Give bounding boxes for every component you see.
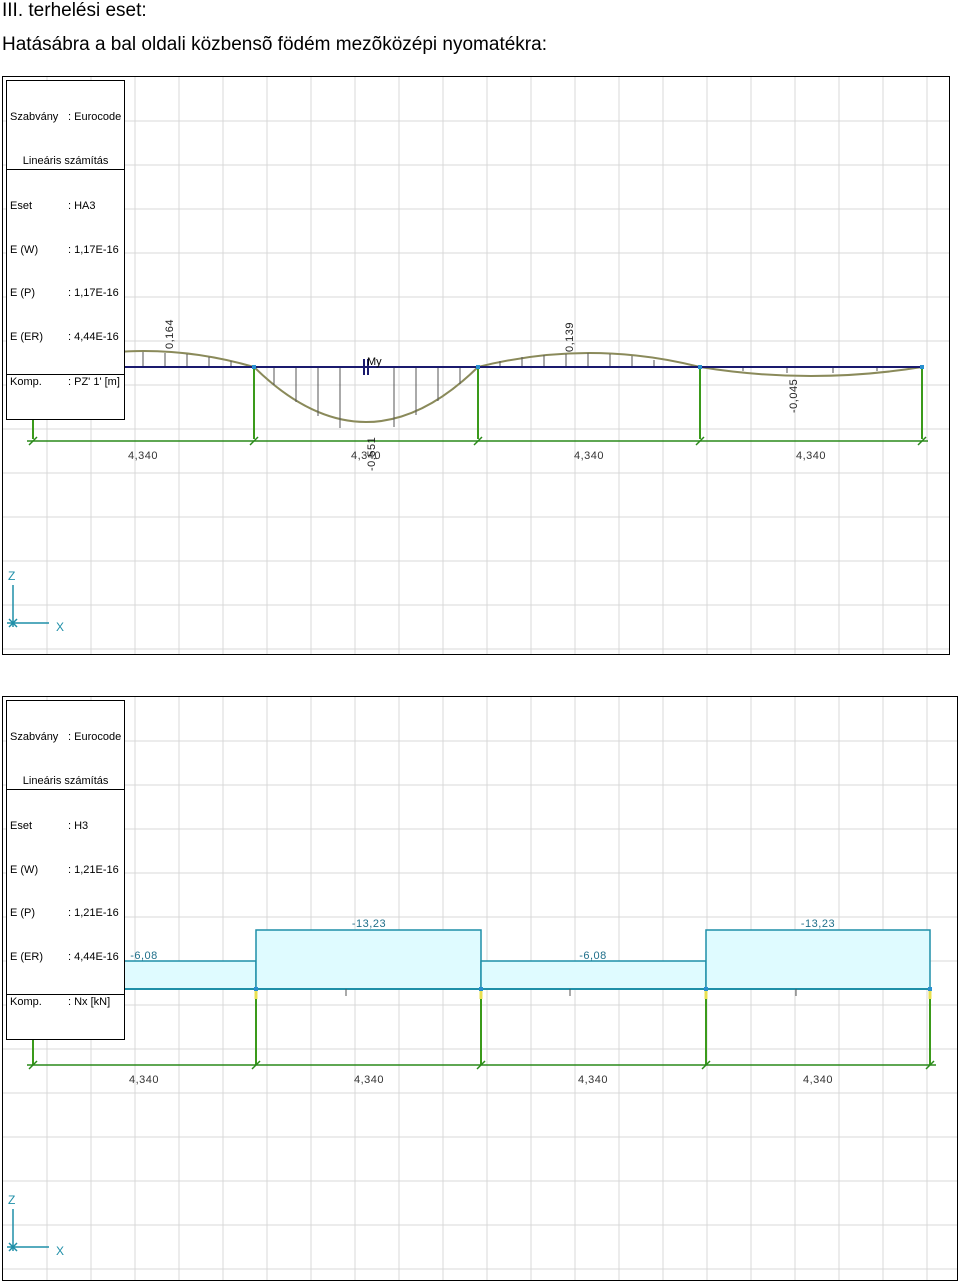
info-row-value: : 4,44E-16 [68, 951, 119, 964]
span-label: 4,340 [354, 1074, 384, 1086]
span-label: 4,340 [128, 450, 158, 462]
info-row-key: E (P) [10, 907, 36, 920]
info-standard-value: : Eurocode [68, 731, 122, 744]
info-row-key: Eset [10, 819, 33, 832]
influence-hatch [54, 352, 878, 428]
axis-symbol [7, 1209, 49, 1252]
info-row-key: E (P) [10, 287, 36, 300]
force-block-span2 [255, 929, 482, 990]
axis-z-label: Z [8, 569, 15, 583]
moment-marker-label: My [367, 356, 382, 368]
influence-curve-span4 [699, 366, 923, 377]
info-row-value: : H3 [68, 819, 89, 832]
value-label: 0,139 [564, 322, 576, 352]
info-row-key: E (ER) [10, 951, 43, 964]
value-label: -0,551 [366, 437, 378, 471]
info-row-key: E (ER) [10, 331, 43, 344]
span-label: 4,340 [803, 1074, 833, 1086]
axis-x-label: X [56, 620, 64, 634]
info-row-value: : 1,17E-16 [68, 287, 119, 300]
axial-force-canvas[interactable]: -6,08 -13,23 -6,08 -13,23 4,340 4,340 4,… [3, 697, 957, 1280]
influence-diagram-panel[interactable]: My 4,340 4,340 4,340 4,340 0,164 -0,551 … [2, 76, 950, 655]
force-value-label: -13,23 [801, 918, 835, 930]
beam-ticks [119, 989, 797, 996]
influence-curve-span3 [477, 352, 701, 368]
span-label: 4,340 [796, 450, 826, 462]
axis-x-label: X [56, 1244, 64, 1258]
info-row-value: : 1,17E-16 [68, 243, 119, 256]
info-row-value: : 1,21E-16 [68, 863, 119, 876]
info-comp-key: Komp. [10, 995, 42, 1008]
info-row-key: E (W) [10, 243, 39, 256]
force-block-span4 [705, 929, 931, 990]
info-standard-value: : Eurocode [68, 111, 122, 124]
info-method: Lineáris számítás [7, 154, 125, 170]
moment-marker: My [363, 356, 382, 375]
axis-symbol [7, 585, 49, 628]
axial-force-panel[interactable]: -6,08 -13,23 -6,08 -13,23 4,340 4,340 4,… [2, 696, 958, 1281]
info-box: Szabvány : Eurocode Lineáris számítás Ese… [6, 80, 126, 420]
info-standard-key: Szabvány [10, 731, 59, 744]
force-value-label: -6,08 [130, 950, 158, 962]
value-label: 0,164 [164, 319, 176, 349]
span-label: 4,340 [129, 1074, 159, 1086]
influence-diagram-canvas[interactable]: My 4,340 4,340 4,340 4,340 0,164 -0,551 … [3, 77, 949, 654]
span-labels: 4,340 4,340 4,340 4,340 [129, 1074, 833, 1086]
page-heading: III. terhelési eset: [2, 0, 147, 21]
info-row-value: : HA3 [68, 199, 96, 212]
span-label: 4,340 [578, 1074, 608, 1086]
info-comp-key: Komp. [10, 375, 42, 388]
info-method: Lineáris számítás [7, 774, 125, 790]
force-value-label: -6,08 [579, 950, 607, 962]
info-box: Szabvány : Eurocode Lineáris számítás Ese… [6, 700, 126, 1040]
info-row-value: : 4,44E-16 [68, 331, 119, 344]
info-comp-value: : Nx [kN] [68, 995, 111, 1008]
influence-curve-span2 [253, 366, 479, 423]
axis-z-label: Z [8, 1193, 15, 1207]
span-labels: 4,340 4,340 4,340 4,340 [128, 450, 826, 462]
force-block-span3 [480, 960, 707, 990]
axial-force-blocks [32, 929, 931, 990]
info-row-value: : 1,21E-16 [68, 907, 119, 920]
info-comp-value: : PZ' 1' [m] [68, 375, 120, 388]
value-labels: 0,164 -0,551 0,139 -0,045 [164, 319, 800, 471]
info-standard-key: Szabvány [10, 111, 59, 124]
span-label: 4,340 [574, 450, 604, 462]
info-row-key: Eset [10, 199, 33, 212]
force-value-label: -13,23 [352, 918, 386, 930]
page-subheading: Hatásábra a bal oldali közbensõ födém me… [2, 34, 547, 55]
value-label: -0,045 [788, 379, 800, 413]
info-row-key: E (W) [10, 863, 39, 876]
